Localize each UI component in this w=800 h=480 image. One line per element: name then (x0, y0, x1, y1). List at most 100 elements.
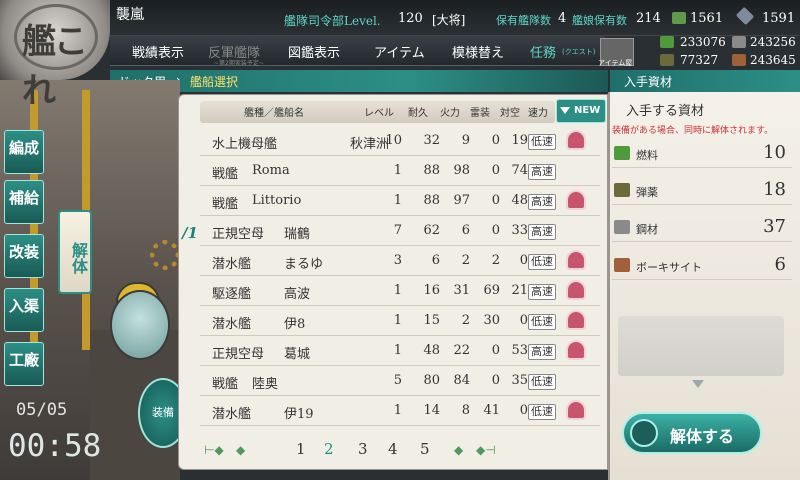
page-2[interactable]: 2 (324, 440, 334, 458)
menu-quests[interactable]: 任務 (530, 42, 556, 61)
sidebar-repair[interactable]: 入渠 (4, 288, 44, 332)
gear-icon (150, 240, 180, 270)
sidebar-supply[interactable]: 補給 (4, 180, 44, 224)
gain-value: 18 (763, 179, 786, 200)
ship-row[interactable]: 水上機母艦 秋津洲 10 32 9 0 19 低速 (200, 126, 600, 156)
ship-name: 伊8 (284, 317, 306, 332)
ship-level: 1 (393, 283, 402, 298)
sidebar-compose[interactable]: 編成 (4, 130, 44, 174)
ship-aa: 35 (511, 373, 528, 388)
ship-row[interactable]: 正規空母 瑞鶴 7 62 6 0 33 高速 (200, 216, 600, 246)
ship-level: 1 (393, 313, 402, 328)
first-page-icon[interactable]: ⊢◆ (204, 443, 224, 457)
ship-aa: 74 (511, 163, 528, 178)
ship-row[interactable]: 駆逐艦 高波 1 16 31 69 21 高速 (200, 276, 600, 306)
ship-torpedo: 0 (491, 163, 500, 178)
ship-name: Roma (252, 163, 290, 178)
ship-row[interactable]: 正規空母 葛城 1 48 22 0 53 高速 (200, 336, 600, 366)
obtain-materials-title: 入手する資材 (626, 104, 705, 119)
date-display: 05/05 (16, 400, 68, 420)
menu-items[interactable]: アイテム (374, 42, 425, 61)
ship-type: 戦艦 (212, 197, 239, 212)
gain-label: ボーキサイト (636, 261, 702, 274)
lock-heart-icon[interactable] (566, 190, 586, 210)
lock-heart-icon[interactable] (566, 400, 586, 420)
ship-row[interactable]: 潜水艦 まるゆ 3 6 2 2 0 低速 (200, 246, 600, 276)
page-1[interactable]: 1 (296, 440, 306, 458)
page-4[interactable]: 4 (388, 440, 398, 458)
header-type-name: 艦種／艦船名 (244, 108, 304, 119)
hq-level-value: 120 (398, 11, 423, 26)
ship-name: 高波 (284, 287, 311, 302)
ship-aa: 48 (511, 193, 528, 208)
ship-firepower: 98 (453, 163, 470, 178)
ship-aa: 53 (511, 343, 528, 358)
ship-type: 戦艦 (212, 377, 239, 392)
ship-firepower: 8 (461, 403, 470, 418)
ship-speed: 高速 (528, 164, 556, 180)
gear-icon (630, 419, 658, 447)
page-5[interactable]: 5 (420, 440, 430, 458)
ship-name: 葛城 (284, 347, 311, 362)
ship-speed: 低速 (528, 374, 556, 390)
ship-row[interactable]: 戦艦 Littorio 1 88 97 0 48 高速 (200, 186, 600, 216)
header-speed: 速力 (528, 108, 548, 119)
ship-type: 潜水艦 (212, 317, 252, 332)
ship-level: 3 (393, 253, 402, 268)
ship-level: 5 (393, 373, 402, 388)
fuel-count: 233076 (680, 35, 726, 49)
ship-firepower: 2 (461, 253, 470, 268)
menu-records[interactable]: 戦績表示 (132, 42, 184, 61)
ship-firepower: 9 (461, 133, 470, 148)
sidebar-arsenal[interactable]: 工廠 (4, 342, 44, 386)
ship-firepower: 31 (453, 283, 470, 298)
ship-speed: 高速 (528, 224, 556, 240)
sort-button[interactable]: NEW (556, 99, 606, 123)
bauxite-icon (732, 54, 746, 66)
lock-heart-icon[interactable] (566, 340, 586, 360)
ship-row[interactable]: 潜水艦 伊8 1 15 2 30 0 低速 (200, 306, 600, 336)
menu-library[interactable]: 図鑑表示 (288, 42, 340, 61)
lock-heart-icon[interactable] (566, 130, 586, 150)
ship-torpedo: 69 (483, 283, 500, 298)
steel-icon (732, 36, 746, 48)
ship-aa: 21 (511, 283, 528, 298)
fleet-count-label: 保有艦隊数 (496, 14, 551, 27)
menu-rival-sub: ~第2期実装予定~ (214, 60, 264, 67)
ship-speed: 高速 (528, 344, 556, 360)
ship-torpedo: 0 (491, 343, 500, 358)
ship-row[interactable]: 戦艦 陸奥 5 80 84 0 35 低速 (200, 366, 600, 396)
page-3[interactable]: 3 (358, 440, 368, 458)
game-logo[interactable]: 艦これ (0, 0, 110, 111)
ship-row[interactable]: 戦艦 Roma 1 88 98 0 74 高速 (200, 156, 600, 186)
last-page-icon[interactable]: ◆⊣ (476, 443, 496, 457)
ship-aa: 33 (511, 223, 528, 238)
menu-furniture[interactable]: 模様替え (452, 42, 504, 61)
obtain-materials-header: 入手資材 (610, 70, 800, 92)
tab-dismantle[interactable]: 解体 (58, 210, 92, 294)
breadcrumb-ship-select: 艦船選択 (190, 75, 239, 89)
ship-type: 正規空母 (212, 227, 265, 242)
gain-row-ammo: 弾薬 18 (612, 179, 792, 205)
ship-torpedo: 0 (491, 193, 500, 208)
ship-hp: 88 (423, 163, 440, 178)
ship-hp: 6 (431, 253, 440, 268)
sidebar-remodel[interactable]: 改装 (4, 234, 44, 278)
ship-name: 瑞鶴 (284, 227, 311, 242)
player-name: 襲嵐 (116, 7, 144, 23)
next-page-icon[interactable]: ◆ (454, 443, 463, 457)
gain-row-fuel: 燃料 10 (612, 142, 792, 168)
ship-speed: 低速 (528, 314, 556, 330)
ship-row[interactable]: 潜水艦 伊19 1 14 8 41 0 低速 (200, 396, 600, 426)
prev-page-icon[interactable]: ◆ (236, 443, 245, 457)
lock-heart-icon[interactable] (566, 250, 586, 270)
ship-level: 1 (393, 343, 402, 358)
sort-down-icon (560, 107, 570, 114)
ship-firepower: 6 (461, 223, 470, 238)
fleet-count-value: 4 (558, 11, 567, 26)
gain-row-bauxite: ボーキサイト 6 (612, 254, 792, 280)
ammo-icon (614, 183, 630, 197)
lock-heart-icon[interactable] (566, 280, 586, 300)
dismantle-button[interactable]: 解体する (622, 412, 762, 454)
lock-heart-icon[interactable] (566, 310, 586, 330)
